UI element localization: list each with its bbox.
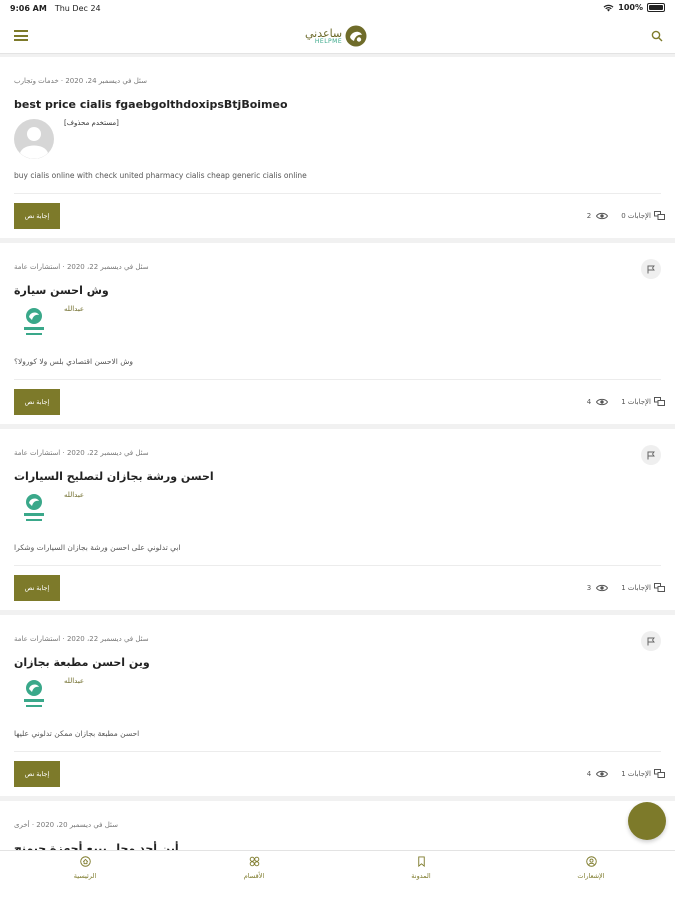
comments-icon <box>654 211 665 220</box>
divider <box>14 379 661 380</box>
author-name[interactable]: [مستخدم محذوف] <box>64 119 119 127</box>
answer-button[interactable]: إجابة نص <box>14 761 60 787</box>
views-count: 2 <box>586 211 592 220</box>
question-meta: سئل في ديسمبر 22، 2020 · استشارات عامة <box>14 635 149 643</box>
question-card[interactable]: سئل في ديسمبر 22، 2020 · استشارات عامة و… <box>0 615 675 796</box>
status-right: 100% <box>603 3 665 12</box>
nav-label-home: الرئيسية <box>73 872 97 880</box>
wifi-icon <box>603 4 614 11</box>
logo-text: ساعدني HELPME <box>305 28 342 45</box>
nav-label-categories: الأقسام <box>243 872 265 880</box>
question-stats: 4 الإجابات 1 <box>587 769 665 778</box>
bottom-nav: الرئيسية الأقسام المدونة الإشعارات <box>0 850 675 900</box>
logo-arabic: ساعدني <box>305 26 343 40</box>
status-bar: 9:06 AM Thu Dec 24 100% <box>0 0 675 18</box>
logo-emblem-icon <box>345 25 367 47</box>
menu-icon[interactable] <box>14 30 28 41</box>
day-text: Thu Dec 24 <box>54 4 101 13</box>
avatar[interactable] <box>14 119 54 159</box>
question-title[interactable]: وش احسن سيارة <box>14 284 109 297</box>
question-meta: سئل في ديسمبر 20، 2020 · أخرى <box>14 821 118 829</box>
bookmark-icon <box>417 856 425 867</box>
question-card[interactable]: سئل في ديسمبر 20، 2020 · أخرى أين أجد مح… <box>0 801 675 850</box>
comments-icon <box>654 583 665 592</box>
nav-item-articles[interactable]: المدونة <box>391 856 451 880</box>
comments-icon <box>654 769 665 778</box>
eye-icon <box>596 398 609 405</box>
home-icon <box>79 856 91 867</box>
question-excerpt: buy cialis online with check united phar… <box>14 171 307 180</box>
nav-item-notifications[interactable]: الإشعارات <box>561 856 621 880</box>
app-logo[interactable]: ساعدني HELPME <box>305 23 375 49</box>
question-meta: سئل في ديسمبر 22، 2020 · استشارات عامة <box>14 449 149 457</box>
views-count: 4 <box>586 769 592 778</box>
question-title[interactable]: احسن ورشة بجازان لتصليح السيارات <box>14 470 214 483</box>
nav-label-articles: المدونة <box>411 872 431 880</box>
eye-icon <box>596 212 609 219</box>
views-count: 4 <box>586 397 592 406</box>
answer-button[interactable]: إجابة نص <box>14 575 60 601</box>
question-card[interactable]: سئل في ديسمبر 22، 2020 · استشارات عامة و… <box>0 243 675 424</box>
flag-icon <box>647 637 655 645</box>
answers-group: الإجابات 0 <box>621 211 665 220</box>
question-meta: سئل في ديسمبر 24، 2020 · خدمات وتجارب <box>14 77 148 85</box>
flag-icon <box>647 265 655 273</box>
author-name[interactable]: عبدالله <box>64 677 84 685</box>
answer-button[interactable]: إجابة نص <box>14 389 60 415</box>
divider <box>14 193 661 194</box>
answer-button[interactable]: إجابة نص <box>14 203 60 229</box>
eye-icon <box>596 584 609 591</box>
logo-english: HELPME <box>314 37 343 45</box>
question-card[interactable]: سئل في ديسمبر 24، 2020 · خدمات وتجارب be… <box>0 57 675 238</box>
divider <box>14 751 661 752</box>
floating-action-button[interactable] <box>628 802 666 840</box>
question-excerpt: وش الاحسن اقتصادي بلس ولا كورولا؟ <box>14 357 134 366</box>
avatar[interactable] <box>14 677 54 717</box>
divider <box>14 565 661 566</box>
eye-icon <box>596 770 609 777</box>
report-button[interactable] <box>641 259 661 279</box>
flag-icon <box>647 451 655 459</box>
question-stats: 4 الإجابات 1 <box>587 397 665 406</box>
avatar[interactable] <box>14 305 54 345</box>
question-stats: 3 الإجابات 1 <box>587 583 665 592</box>
answers-count: الإجابات 1 <box>621 583 651 592</box>
user-circle-icon <box>585 856 597 867</box>
question-title[interactable]: وين احسن مطبعة بجازان <box>14 656 150 669</box>
question-title[interactable]: best price cialis fgaebgolthdoxipsBtjBoi… <box>14 98 288 111</box>
answers-group: الإجابات 1 <box>621 583 665 592</box>
answers-count: الإجابات 1 <box>621 769 651 778</box>
answers-count: الإجابات 1 <box>621 397 651 406</box>
question-stats: 2 الإجابات 0 <box>587 211 665 220</box>
question-meta: سئل في ديسمبر 22، 2020 · استشارات عامة <box>14 263 149 271</box>
report-button[interactable] <box>641 631 661 651</box>
question-title[interactable]: أين أجد محل يبيع أجهزة جيمنج <box>14 842 179 850</box>
author-name[interactable]: عبدالله <box>64 491 84 499</box>
grid-icon <box>249 856 259 867</box>
battery-percent: 100% <box>618 3 643 12</box>
nav-item-categories[interactable]: الأقسام <box>224 856 284 880</box>
answers-count: الإجابات 0 <box>621 211 651 220</box>
answers-group: الإجابات 1 <box>621 769 665 778</box>
battery-icon <box>647 3 665 12</box>
author-name[interactable]: عبدالله <box>64 305 84 313</box>
question-card[interactable]: سئل في ديسمبر 22، 2020 · استشارات عامة ا… <box>0 429 675 610</box>
question-excerpt: ابي تدلوني على احسن ورشة بجازان السيارات… <box>14 543 181 552</box>
avatar[interactable] <box>14 491 54 531</box>
nav-label-notifications: الإشعارات <box>577 872 605 880</box>
answers-group: الإجابات 1 <box>621 397 665 406</box>
time-text: 9:06 AM <box>10 4 47 13</box>
search-icon[interactable] <box>651 30 663 42</box>
app-header: ساعدني HELPME <box>0 18 675 54</box>
views-count: 3 <box>586 583 592 592</box>
nav-item-home[interactable]: الرئيسية <box>55 856 115 880</box>
status-time: 9:06 AM Thu Dec 24 <box>10 4 101 13</box>
report-button[interactable] <box>641 445 661 465</box>
comments-icon <box>654 397 665 406</box>
questions-feed[interactable]: سئل في ديسمبر 24، 2020 · خدمات وتجارب be… <box>0 55 675 850</box>
question-excerpt: احسن مطبعة بجازان ممكن تدلوني عليها <box>14 729 140 738</box>
